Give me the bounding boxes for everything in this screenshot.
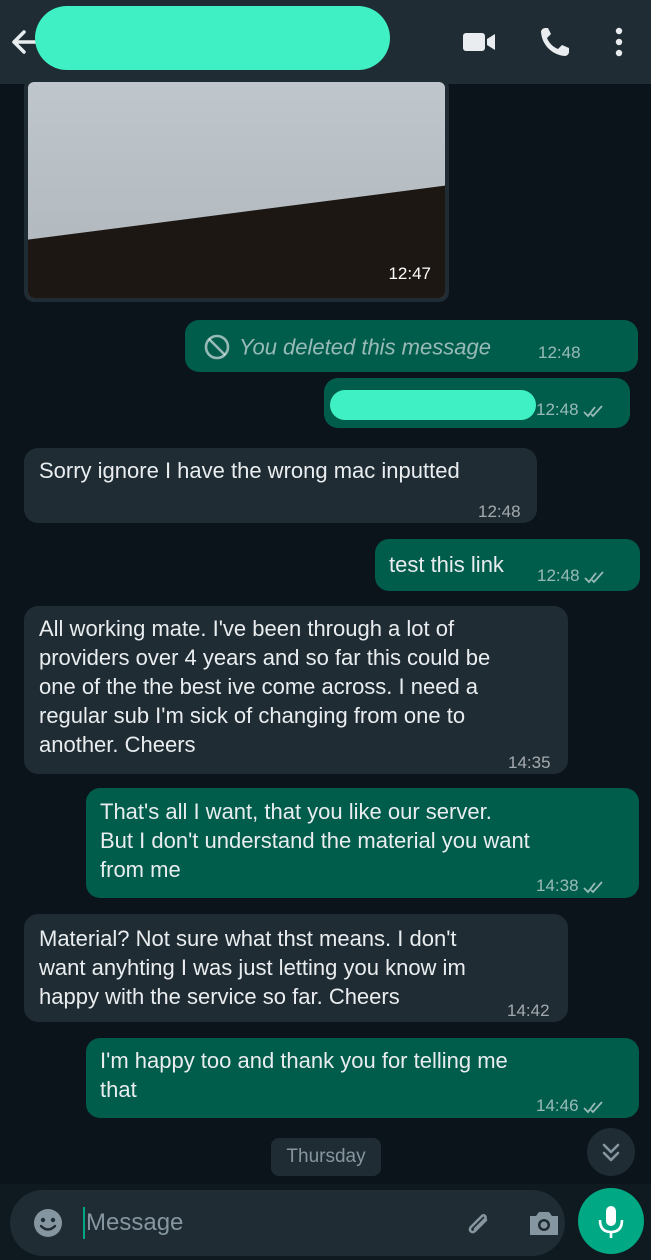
voice-call-button[interactable] [534, 24, 574, 60]
double-check-icon [582, 1100, 603, 1113]
date-divider: Thursday [271, 1138, 381, 1176]
text-cursor [83, 1207, 85, 1239]
message-text: That's all I want, that you like our ser… [100, 799, 530, 882]
message-time: 14:38 [536, 876, 579, 895]
paperclip-icon [468, 1214, 488, 1234]
menu-button[interactable] [603, 24, 635, 60]
message-text: Material? Not sure what thst means. I do… [39, 926, 466, 1009]
outgoing-message[interactable]: test this link 12:48 [375, 539, 640, 591]
incoming-message[interactable]: Material? Not sure what thst means. I do… [24, 914, 568, 1022]
conversation-area[interactable]: 12:47 You deleted this message 12:48 12:… [0, 78, 651, 1184]
contact-name-redaction [35, 6, 390, 70]
camera-icon [530, 1212, 558, 1235]
message-text: I'm happy too and thank you for telling … [100, 1048, 508, 1102]
deleted-message[interactable]: You deleted this message 12:48 [185, 320, 638, 372]
microphone-icon [598, 1206, 624, 1238]
message-text: All working mate. I've been through a lo… [39, 616, 491, 757]
chevron-double-down-icon [602, 1143, 620, 1162]
emoji-button[interactable] [32, 1207, 64, 1239]
double-check-icon [582, 404, 603, 417]
incoming-message[interactable]: Sorry ignore I have the wrong mac inputt… [24, 448, 537, 523]
message-time: 12:48 [536, 400, 579, 419]
scroll-to-bottom-button[interactable] [587, 1128, 635, 1176]
more-vertical-icon [615, 27, 623, 57]
image-message[interactable]: 12:47 [24, 78, 449, 302]
video-camera-icon [463, 33, 495, 51]
attach-button[interactable] [460, 1206, 496, 1242]
voice-message-button[interactable] [578, 1188, 644, 1254]
outgoing-message[interactable]: I'm happy too and thank you for telling … [86, 1038, 639, 1118]
blocked-icon [204, 334, 230, 360]
camera-button[interactable] [526, 1207, 562, 1239]
double-check-icon [583, 570, 604, 583]
message-input[interactable] [86, 1204, 446, 1242]
message-time: 14:42 [507, 1001, 550, 1020]
message-text: test this link [389, 552, 504, 577]
double-check-icon [582, 880, 603, 893]
chat-header [0, 0, 651, 84]
message-composer [10, 1190, 565, 1256]
message-text: Sorry ignore I have the wrong mac inputt… [39, 458, 460, 483]
message-time: 14:35 [508, 753, 551, 772]
video-call-button[interactable] [459, 24, 499, 60]
message-text-redaction [330, 390, 536, 420]
outgoing-message[interactable]: That's all I want, that you like our ser… [86, 788, 639, 898]
message-time: 12:48 [478, 502, 521, 521]
deleted-message-text: You deleted this message [239, 334, 491, 360]
phone-icon [541, 28, 569, 56]
message-time: 12:48 [537, 566, 580, 585]
incoming-message[interactable]: All working mate. I've been through a lo… [24, 606, 568, 774]
photo-attachment[interactable]: 12:47 [28, 82, 445, 298]
emoji-icon [34, 1209, 62, 1237]
message-time: 14:46 [536, 1096, 579, 1115]
message-time: 12:48 [538, 343, 581, 362]
message-time: 12:47 [388, 264, 431, 283]
